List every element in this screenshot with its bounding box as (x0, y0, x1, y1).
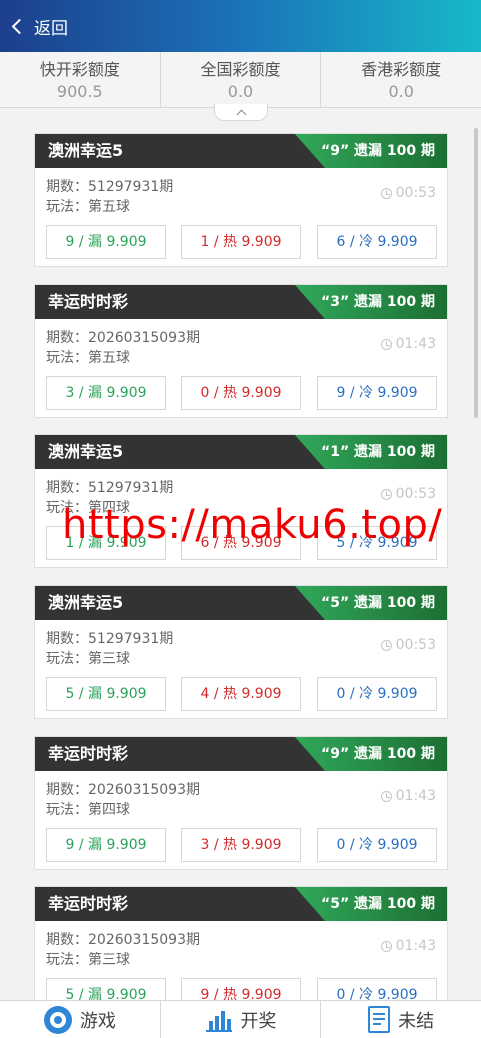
tab-results[interactable]: 开奖 (161, 1001, 322, 1038)
card-header: 幸运时时彩 “5” 遗漏 100 期 (35, 887, 447, 921)
document-icon (368, 1006, 391, 1033)
chevron-up-icon (236, 109, 246, 119)
miss-streak-badge: “9” 遗漏 100 期 (295, 737, 447, 771)
cold-bet-button[interactable]: 9 / 冷 9.909 (317, 376, 437, 410)
balance-label: 全国彩额度 (200, 60, 281, 79)
scrollbar[interactable] (474, 128, 478, 418)
issue-number: 期数：51297931期 (46, 179, 174, 195)
tab-label: 游戏 (79, 1010, 116, 1032)
balance-bar: 快开彩额度 900.5 全国彩额度 0.0 香港彩额度 0.0 (0, 52, 481, 108)
miss-bet-button[interactable]: 9 / 漏 9.909 (46, 828, 166, 862)
miss-bet-button[interactable]: 9 / 漏 9.909 (46, 225, 166, 259)
back-label: 返回 (34, 18, 68, 39)
card-header: 澳洲幸运5 “5” 遗漏 100 期 (35, 586, 447, 620)
balance-label: 快开彩额度 (39, 60, 120, 79)
tab-label: 未结 (398, 1010, 435, 1032)
countdown: 01:43 (380, 938, 436, 954)
alarm-clock-icon (380, 187, 392, 199)
card-header: 幸运时时彩 “9” 遗漏 100 期 (35, 737, 447, 771)
play-type: 玩法：第三球 (46, 952, 130, 968)
card-header: 澳洲幸运5 “1” 遗漏 100 期 (35, 435, 447, 469)
countdown: 01:43 (380, 788, 436, 804)
miss-streak-badge: “9” 遗漏 100 期 (295, 134, 447, 168)
countdown: 00:53 (380, 185, 436, 201)
chevron-left-icon (11, 18, 28, 35)
balance-national: 全国彩额度 0.0 (161, 52, 322, 107)
balance-value: 0.0 (388, 82, 414, 101)
miss-bet-button[interactable]: 5 / 漏 9.909 (46, 978, 166, 1000)
balance-value: 0.0 (227, 82, 254, 101)
trend-card: 幸运时时彩 “3” 遗漏 100 期 期数：20260315093期 玩法：第五… (34, 284, 448, 418)
balance-kuaikai: 快开彩额度 900.5 (0, 52, 161, 107)
play-type: 玩法：第五球 (46, 350, 130, 366)
balance-hongkong: 香港彩额度 0.0 (321, 52, 481, 107)
hot-bet-button[interactable]: 4 / 热 9.909 (181, 677, 301, 711)
trend-card: 幸运时时彩 “5” 遗漏 100 期 期数：20260315093期 玩法：第三… (34, 886, 448, 1000)
card-header: 幸运时时彩 “3” 遗漏 100 期 (35, 285, 447, 319)
countdown-value: 01:43 (395, 336, 436, 352)
issue-number: 期数：20260315093期 (46, 330, 200, 346)
miss-bet-button[interactable]: 3 / 漏 9.909 (46, 376, 166, 410)
watermark-url: https://maku6.top/ (62, 502, 443, 548)
countdown: 01:43 (380, 336, 436, 352)
cold-bet-button[interactable]: 0 / 冷 9.909 (317, 677, 437, 711)
hot-bet-button[interactable]: 1 / 热 9.909 (181, 225, 301, 259)
countdown-value: 01:43 (395, 938, 436, 954)
play-type: 玩法：第四球 (46, 802, 130, 818)
miss-streak-badge: “5” 遗漏 100 期 (295, 887, 447, 921)
countdown: 00:53 (380, 637, 436, 653)
lottery-title: 澳洲幸运5 (48, 593, 124, 612)
miss-streak-badge: “3” 遗漏 100 期 (295, 285, 447, 319)
lottery-title: 澳洲幸运5 (48, 141, 124, 160)
lottery-title: 幸运时时彩 (48, 894, 129, 913)
collapse-toggle[interactable] (214, 104, 268, 121)
bottom-tab-bar: 游戏 开奖 未结 (0, 1000, 481, 1038)
lottery-title: 幸运时时彩 (48, 292, 129, 311)
countdown-value: 00:53 (395, 637, 436, 653)
top-bar: 返回 (0, 0, 481, 52)
trend-card: 幸运时时彩 “9” 遗漏 100 期 期数：20260315093期 玩法：第四… (34, 736, 448, 870)
balance-label: 香港彩额度 (361, 60, 442, 79)
alarm-clock-icon (380, 790, 392, 802)
issue-number: 期数：20260315093期 (46, 932, 200, 948)
alarm-clock-icon (380, 940, 392, 952)
cold-bet-button[interactable]: 0 / 冷 9.909 (317, 978, 437, 1000)
game-icon (43, 1005, 72, 1034)
issue-number: 期数：51297931期 (46, 480, 174, 496)
hot-bet-button[interactable]: 0 / 热 9.909 (181, 376, 301, 410)
lottery-title: 幸运时时彩 (48, 744, 129, 763)
trend-list: 澳洲幸运5 “9” 遗漏 100 期 期数：51297931期 玩法：第五球 0… (0, 109, 481, 1000)
tab-games[interactable]: 游戏 (0, 1001, 161, 1038)
alarm-clock-icon (380, 488, 392, 500)
countdown-value: 00:53 (395, 486, 436, 502)
countdown-value: 01:43 (395, 788, 436, 804)
hot-bet-button[interactable]: 9 / 热 9.909 (181, 978, 301, 1000)
cold-bet-button[interactable]: 6 / 冷 9.909 (317, 225, 437, 259)
hot-bet-button[interactable]: 3 / 热 9.909 (181, 828, 301, 862)
card-header: 澳洲幸运5 “9” 遗漏 100 期 (35, 134, 447, 168)
play-type: 玩法：第三球 (46, 651, 130, 667)
miss-bet-button[interactable]: 5 / 漏 9.909 (46, 677, 166, 711)
miss-streak-badge: “1” 遗漏 100 期 (295, 435, 447, 469)
alarm-clock-icon (380, 338, 392, 350)
bar-chart-icon (205, 1007, 233, 1033)
back-button[interactable]: 返回 (0, 0, 68, 52)
cold-bet-button[interactable]: 0 / 冷 9.909 (317, 828, 437, 862)
tab-unsettled[interactable]: 未结 (321, 1001, 481, 1038)
countdown-value: 00:53 (395, 185, 436, 201)
miss-streak-badge: “5” 遗漏 100 期 (295, 586, 447, 620)
issue-number: 期数：20260315093期 (46, 782, 200, 798)
tab-label: 开奖 (240, 1010, 277, 1032)
trend-card: 澳洲幸运5 “9” 遗漏 100 期 期数：51297931期 玩法：第五球 0… (34, 133, 448, 267)
trend-card: 澳洲幸运5 “5” 遗漏 100 期 期数：51297931期 玩法：第三球 0… (34, 585, 448, 719)
alarm-clock-icon (380, 639, 392, 651)
play-type: 玩法：第五球 (46, 199, 130, 215)
countdown: 00:53 (380, 486, 436, 502)
balance-value: 900.5 (56, 82, 103, 101)
issue-number: 期数：51297931期 (46, 631, 174, 647)
lottery-title: 澳洲幸运5 (48, 442, 124, 461)
